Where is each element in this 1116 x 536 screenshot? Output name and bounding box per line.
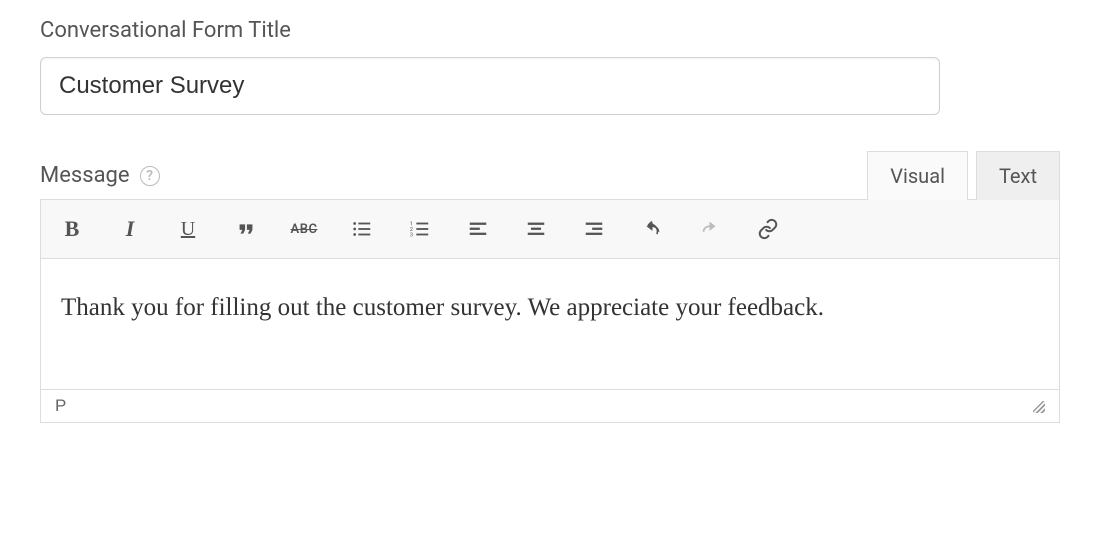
blockquote-button[interactable] (227, 210, 265, 248)
align-left-button[interactable] (459, 210, 497, 248)
form-title-label-text: Conversational Form Title (40, 18, 291, 43)
bullet-list-button[interactable] (343, 210, 381, 248)
bullet-list-icon (351, 218, 373, 240)
editor-toolbar: B I U ABC 123 (41, 200, 1059, 259)
align-center-icon (525, 218, 547, 240)
quote-icon (235, 218, 257, 240)
svg-text:3: 3 (410, 232, 413, 238)
rich-text-editor: B I U ABC 123 Thank you for fil (40, 199, 1060, 423)
redo-button[interactable] (691, 210, 729, 248)
link-icon (757, 218, 779, 240)
align-center-button[interactable] (517, 210, 555, 248)
bold-button[interactable]: B (53, 210, 91, 248)
editor-tabs: Visual Text (867, 151, 1060, 200)
align-left-icon (467, 218, 489, 240)
align-right-button[interactable] (575, 210, 613, 248)
editor-status-bar: P (41, 389, 1059, 422)
strikethrough-button[interactable]: ABC (285, 210, 323, 248)
redo-icon (699, 218, 721, 240)
numbered-list-button[interactable]: 123 (401, 210, 439, 248)
editor-content-area[interactable]: Thank you for filling out the customer s… (41, 259, 1059, 389)
undo-button[interactable] (633, 210, 671, 248)
tab-visual[interactable]: Visual (867, 151, 968, 200)
numbered-list-icon: 123 (409, 218, 431, 240)
form-title-input[interactable] (40, 57, 940, 115)
align-right-icon (583, 218, 605, 240)
undo-icon (641, 218, 663, 240)
italic-button[interactable]: I (111, 210, 149, 248)
link-button[interactable] (749, 210, 787, 248)
element-path[interactable]: P (55, 396, 66, 416)
form-title-label: Conversational Form Title (40, 18, 1076, 43)
tab-text[interactable]: Text (976, 151, 1060, 200)
message-label-text: Message (40, 163, 130, 188)
message-label: Message ? (40, 163, 160, 188)
help-icon[interactable]: ? (140, 166, 160, 186)
resize-handle[interactable] (1031, 399, 1045, 413)
underline-button[interactable]: U (169, 210, 207, 248)
